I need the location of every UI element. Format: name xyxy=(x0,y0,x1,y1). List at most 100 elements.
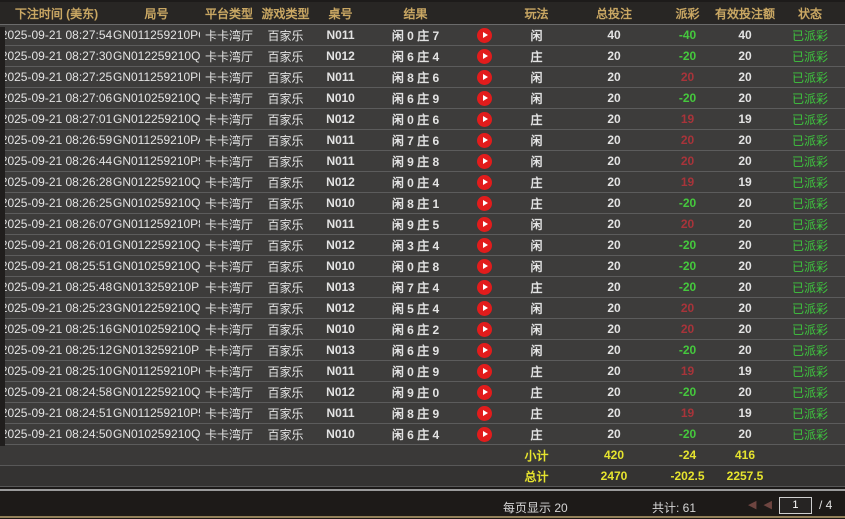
column-header-platform: 平台类型 xyxy=(200,5,258,22)
cell-bet-time: 2025-09-21 08:27:54 xyxy=(0,28,113,42)
cell-replay xyxy=(463,301,505,316)
cell-table-number: N010 xyxy=(313,259,368,273)
cell-valid-bet: 20 xyxy=(715,427,775,441)
grand-total-row: 总计 2470 -202.5 2257.5 xyxy=(0,466,845,487)
cell-bet-time: 2025-09-21 08:26:28 xyxy=(0,175,113,189)
cell-replay xyxy=(463,154,505,169)
replay-play-icon[interactable] xyxy=(477,49,492,64)
cell-bet-time: 2025-09-21 08:26:01 xyxy=(0,238,113,252)
cell-game-number: GN011259210P8 xyxy=(113,217,200,231)
cell-total-bet: 20 xyxy=(568,154,660,168)
replay-play-icon[interactable] xyxy=(477,70,492,85)
replay-play-icon[interactable] xyxy=(477,385,492,400)
page-number-input[interactable] xyxy=(779,497,812,514)
cell-platform-type: 卡卡湾厅 xyxy=(200,342,258,359)
cell-total-bet: 20 xyxy=(568,196,660,210)
cell-platform-type: 卡卡湾厅 xyxy=(200,48,258,65)
cell-status: 已派彩 xyxy=(775,384,845,401)
replay-play-icon[interactable] xyxy=(477,259,492,274)
cell-result: 闲 0 庄 6 xyxy=(368,111,463,128)
cell-total-bet: 20 xyxy=(568,49,660,63)
cell-payout: -40 xyxy=(660,28,715,42)
replay-play-icon[interactable] xyxy=(477,217,492,232)
cell-payout: -20 xyxy=(660,196,715,210)
cell-platform-type: 卡卡湾厅 xyxy=(200,195,258,212)
cell-play-type: 庄 xyxy=(505,363,568,380)
cell-bet-time: 2025-09-21 08:25:23 xyxy=(0,301,113,315)
replay-play-icon[interactable] xyxy=(477,175,492,190)
cell-game-type: 百家乐 xyxy=(258,153,313,170)
replay-play-icon[interactable] xyxy=(477,427,492,442)
replay-play-icon[interactable] xyxy=(477,364,492,379)
play-triangle-icon xyxy=(483,431,488,437)
cell-result: 闲 9 庄 0 xyxy=(368,384,463,401)
cell-table-number: N012 xyxy=(313,238,368,252)
cell-result: 闲 6 庄 4 xyxy=(368,426,463,443)
cell-bet-time: 2025-09-21 08:25:12 xyxy=(0,343,113,357)
cell-game-type: 百家乐 xyxy=(258,90,313,107)
cell-payout: 20 xyxy=(660,322,715,336)
cell-payout: 19 xyxy=(660,175,715,189)
replay-play-icon[interactable] xyxy=(477,238,492,253)
cell-result: 闲 9 庄 8 xyxy=(368,153,463,170)
replay-play-icon[interactable] xyxy=(477,406,492,421)
cell-platform-type: 卡卡湾厅 xyxy=(200,258,258,275)
cell-valid-bet: 19 xyxy=(715,406,775,420)
replay-play-icon[interactable] xyxy=(477,91,492,106)
table-row: 2025-09-21 08:25:10 GN011259210P6 卡卡湾厅 百… xyxy=(0,361,845,382)
cell-game-type: 百家乐 xyxy=(258,321,313,338)
cell-replay xyxy=(463,238,505,253)
cell-payout: -20 xyxy=(660,259,715,273)
column-header-play: 玩法 xyxy=(505,5,568,22)
replay-play-icon[interactable] xyxy=(477,133,492,148)
table-row: 2025-09-21 08:24:50 GN010259210Q9 卡卡湾厅 百… xyxy=(0,424,845,445)
cell-platform-type: 卡卡湾厅 xyxy=(200,153,258,170)
cell-platform-type: 卡卡湾厅 xyxy=(200,426,258,443)
cell-platform-type: 卡卡湾厅 xyxy=(200,27,258,44)
cell-total-bet: 20 xyxy=(568,133,660,147)
cell-result: 闲 7 庄 6 xyxy=(368,132,463,149)
cell-game-type: 百家乐 xyxy=(258,195,313,212)
replay-play-icon[interactable] xyxy=(477,301,492,316)
cell-game-number: GN011259210PC xyxy=(113,28,200,42)
column-header-result: 结果 xyxy=(368,5,463,22)
replay-play-icon[interactable] xyxy=(477,154,492,169)
play-triangle-icon xyxy=(483,74,488,80)
replay-play-icon[interactable] xyxy=(477,280,492,295)
cell-play-type: 闲 xyxy=(505,132,568,149)
replay-play-icon[interactable] xyxy=(477,28,492,43)
cell-status: 已派彩 xyxy=(775,258,845,275)
play-triangle-icon xyxy=(483,158,488,164)
cell-table-number: N012 xyxy=(313,385,368,399)
cell-game-type: 百家乐 xyxy=(258,216,313,233)
cell-status: 已派彩 xyxy=(775,153,845,170)
cell-platform-type: 卡卡湾厅 xyxy=(200,405,258,422)
window-bottom-edge xyxy=(0,516,845,518)
cell-table-number: N011 xyxy=(313,406,368,420)
table-row: 2025-09-21 08:27:01 GN012259210Q4 卡卡湾厅 百… xyxy=(0,109,845,130)
cell-replay xyxy=(463,364,505,379)
table-row: 2025-09-21 08:27:30 GN012259210Q5 卡卡湾厅 百… xyxy=(0,46,845,67)
cell-game-type: 百家乐 xyxy=(258,27,313,44)
cell-result: 闲 6 庄 9 xyxy=(368,90,463,107)
prev-page-icon[interactable]: ◀ xyxy=(763,500,771,511)
cell-replay xyxy=(463,49,505,64)
cell-play-type: 庄 xyxy=(505,195,568,212)
cell-total-bet: 20 xyxy=(568,238,660,252)
cell-replay xyxy=(463,259,505,274)
cell-table-number: N012 xyxy=(313,175,368,189)
cell-valid-bet: 20 xyxy=(715,259,775,273)
table-row: 2025-09-21 08:27:06 GN010259210QE 卡卡湾厅 百… xyxy=(0,88,845,109)
replay-play-icon[interactable] xyxy=(477,343,492,358)
cell-game-number: GN012259210Q2 xyxy=(113,238,200,252)
replay-play-icon[interactable] xyxy=(477,322,492,337)
replay-play-icon[interactable] xyxy=(477,196,492,211)
first-page-icon[interactable]: ◀ xyxy=(748,500,756,511)
cell-result: 闲 0 庄 7 xyxy=(368,27,463,44)
total-count-label: 共计: 61 xyxy=(652,499,696,516)
cell-replay xyxy=(463,28,505,43)
cell-total-bet: 20 xyxy=(568,91,660,105)
cell-payout: -20 xyxy=(660,238,715,252)
replay-play-icon[interactable] xyxy=(477,112,492,127)
cell-bet-time: 2025-09-21 08:27:01 xyxy=(0,112,113,126)
